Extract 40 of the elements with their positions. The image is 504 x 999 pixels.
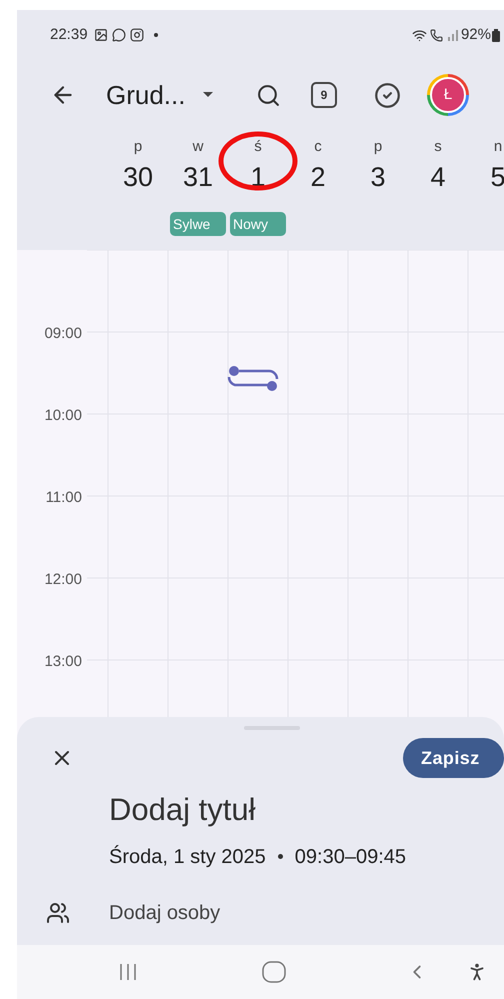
day-number[interactable]: 30 — [122, 162, 154, 192]
weekday-letter: ś — [254, 138, 262, 156]
hour-label: 09:00 — [43, 324, 82, 344]
weekday-letter: p — [134, 138, 142, 156]
battery-percent: 92% — [460, 24, 491, 45]
hour-label: 10:00 — [43, 406, 82, 426]
search-button[interactable] — [256, 82, 281, 108]
instagram-icon — [130, 28, 144, 42]
event-date[interactable]: Środa, 1 sty 2025 — [109, 842, 266, 872]
hour-label: 13:00 — [43, 652, 82, 672]
weekday-letter: n — [494, 138, 502, 156]
save-button[interactable]: Zapisz — [403, 738, 504, 778]
account-avatar[interactable]: Ł — [427, 74, 469, 116]
month-dropdown[interactable]: Grud... — [106, 76, 254, 114]
status-time: 22:39 — [50, 24, 88, 45]
weekday-letter: w — [192, 138, 204, 156]
day-number[interactable]: 3 — [370, 162, 386, 192]
signal-icon — [446, 29, 459, 41]
day-number[interactable]: 31 — [182, 162, 214, 192]
title-field[interactable]: Dodaj tytuł — [109, 787, 504, 834]
tasks-button[interactable] — [374, 82, 401, 108]
day-number[interactable]: 2 — [310, 162, 326, 192]
day-number[interactable]: 5 — [490, 162, 504, 192]
battery-icon — [492, 28, 500, 42]
caret-icon — [203, 92, 214, 98]
home-button[interactable] — [262, 961, 286, 983]
weekday-letter: p — [374, 138, 382, 156]
hour-label: 11:00 — [44, 488, 82, 508]
recent-apps-button[interactable] — [118, 962, 138, 982]
weekday-letter: c — [314, 138, 322, 156]
day-number[interactable]: 4 — [430, 162, 446, 192]
hour-label: 12:00 — [43, 570, 82, 590]
people-icon — [46, 900, 70, 924]
event-time[interactable]: 09:30–09:45 — [294, 842, 406, 872]
call-icon — [430, 28, 443, 42]
today-button[interactable]: 9 — [311, 82, 337, 108]
wifi-icon — [412, 28, 427, 42]
add-people-button[interactable]: Dodaj osoby — [109, 898, 220, 928]
weekday-letter: s — [434, 138, 442, 156]
gallery-icon — [94, 28, 108, 42]
